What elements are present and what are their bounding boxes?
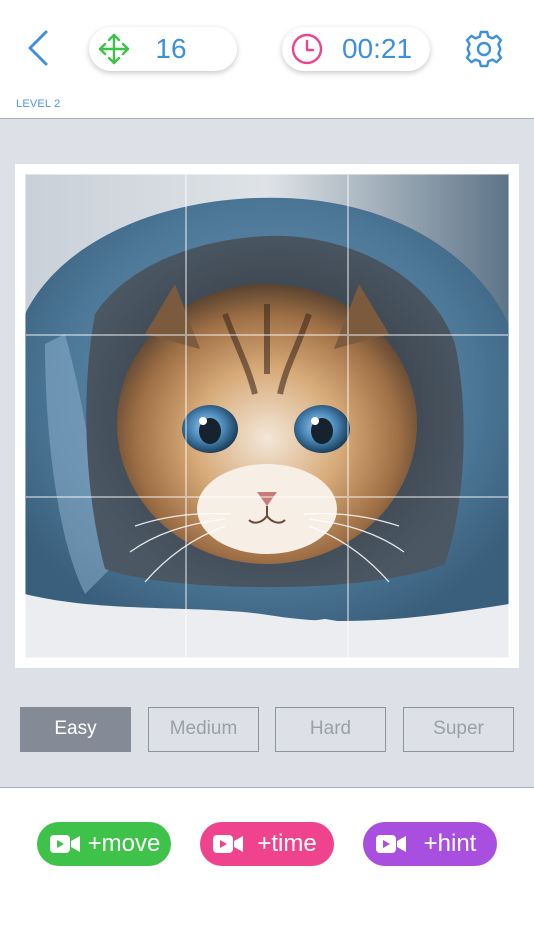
back-button[interactable]	[22, 26, 58, 70]
top-bar: 16 00:21 LEVEL 2	[0, 0, 534, 118]
difficulty-medium-button[interactable]: Medium	[148, 707, 259, 752]
chevron-left-icon	[28, 30, 48, 66]
moves-counter: 16	[89, 27, 237, 71]
clock-icon	[291, 33, 323, 65]
add-move-button[interactable]: +move	[37, 822, 171, 866]
add-move-label: +move	[87, 830, 161, 857]
gear-icon	[465, 30, 503, 68]
puzzle-tile[interactable]	[25, 174, 187, 336]
difficulty-selector: Easy Medium Hard Super	[20, 707, 514, 752]
moves-count: 16	[155, 33, 187, 64]
puzzle-tile[interactable]	[347, 174, 509, 336]
difficulty-easy-button[interactable]: Easy	[20, 707, 131, 752]
puzzle-tile[interactable]	[186, 496, 348, 658]
bonus-actions: +move +time +hint	[0, 789, 534, 950]
add-hint-label: +hint	[423, 830, 477, 857]
puzzle-tile[interactable]	[347, 496, 509, 658]
puzzle-tile[interactable]	[347, 335, 509, 497]
puzzle-tile[interactable]	[25, 335, 187, 497]
puzzle-tile[interactable]	[25, 496, 187, 658]
puzzle-tile[interactable]	[186, 174, 348, 336]
puzzle-frame	[15, 164, 519, 668]
timer: 00:21	[282, 27, 430, 71]
move-arrows-icon	[98, 33, 130, 65]
time-value: 00:21	[341, 33, 413, 64]
difficulty-hard-button[interactable]: Hard	[275, 707, 386, 752]
video-camera-icon	[213, 835, 243, 853]
level-label: LEVEL 2	[16, 98, 61, 110]
settings-button[interactable]	[462, 27, 506, 71]
add-time-label: +time	[257, 830, 317, 857]
puzzle-tile[interactable]	[186, 335, 348, 497]
add-time-button[interactable]: +time	[200, 822, 334, 866]
video-camera-icon	[376, 835, 406, 853]
add-hint-button[interactable]: +hint	[363, 822, 497, 866]
video-camera-icon	[50, 835, 80, 853]
tile-grid	[25, 174, 509, 658]
difficulty-super-button[interactable]: Super	[403, 707, 514, 752]
puzzle-board	[25, 174, 509, 658]
puzzle-board-area: Easy Medium Hard Super	[0, 118, 534, 788]
